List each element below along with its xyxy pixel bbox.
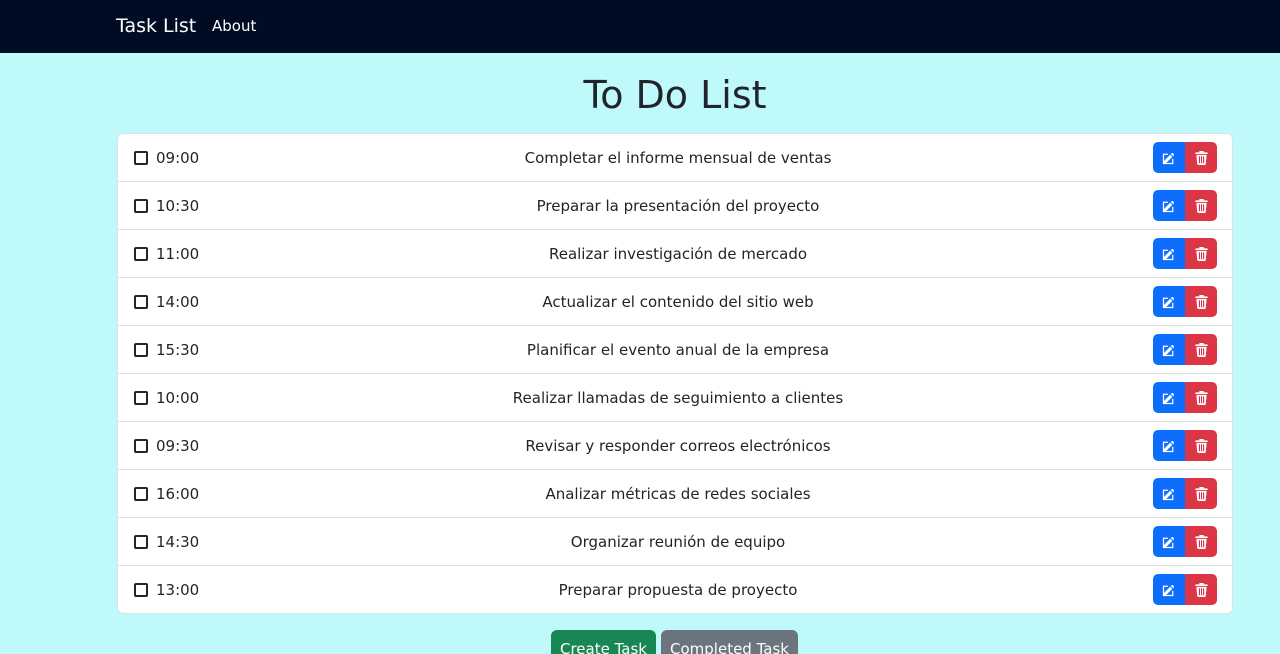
task-text: Planificar el evento anual de la empresa (526, 341, 830, 359)
edit-task-button[interactable] (1153, 478, 1185, 509)
task-checkbox[interactable] (134, 247, 148, 261)
delete-task-button[interactable] (1185, 238, 1217, 269)
edit-icon (1162, 199, 1176, 213)
delete-task-button[interactable] (1185, 334, 1217, 365)
task-time: 11:00 (156, 245, 200, 263)
task-checkbox[interactable] (134, 151, 148, 165)
task-checkbox[interactable] (134, 343, 148, 357)
task-row: 16:00 Analizar métricas de redes sociales (118, 470, 1232, 518)
edit-icon (1162, 535, 1176, 549)
delete-task-button[interactable] (1185, 382, 1217, 413)
task-text: Actualizar el contenido del sitio web (542, 293, 814, 311)
trash-icon (1194, 294, 1208, 309)
task-time: 15:30 (156, 341, 200, 359)
task-text: Realizar investigación de mercado (548, 245, 808, 263)
task-time: 13:00 (156, 581, 200, 599)
edit-icon (1162, 439, 1176, 453)
trash-icon (1194, 438, 1208, 453)
task-row: 11:00 Realizar investigación de mercado (118, 230, 1232, 278)
delete-task-button[interactable] (1185, 286, 1217, 317)
edit-task-button[interactable] (1153, 526, 1185, 557)
task-row: 10:00 Realizar llamadas de seguimiento a … (118, 374, 1232, 422)
task-list: 09:00 Completar el informe mensual de ven… (117, 133, 1233, 614)
task-time: 16:00 (156, 485, 200, 503)
edit-icon (1162, 487, 1176, 501)
edit-icon (1162, 151, 1176, 165)
delete-task-button[interactable] (1185, 478, 1217, 509)
task-checkbox[interactable] (134, 199, 148, 213)
task-checkbox[interactable] (134, 391, 148, 405)
delete-task-button[interactable] (1185, 574, 1217, 605)
task-text: Realizar llamadas de seguimiento a clien… (512, 389, 844, 407)
edit-task-button[interactable] (1153, 190, 1185, 221)
edit-icon (1162, 247, 1176, 261)
task-checkbox[interactable] (134, 583, 148, 597)
task-row: 09:00 Completar el informe mensual de ven… (118, 134, 1232, 182)
edit-task-button[interactable] (1153, 334, 1185, 365)
trash-icon (1194, 534, 1208, 549)
task-text: Completar el informe mensual de ventas (524, 149, 832, 167)
page-title: To Do List (583, 73, 767, 117)
trash-icon (1194, 486, 1208, 501)
task-row: 14:30 Organizar reunión de equipo (118, 518, 1232, 566)
task-row: 14:00 Actualizar el contenido del sitio w… (118, 278, 1232, 326)
task-time: 14:30 (156, 533, 200, 551)
edit-icon (1162, 583, 1176, 597)
create-task-button[interactable]: Create Task (551, 630, 656, 654)
task-text: Revisar y responder correos electrónicos (525, 437, 831, 455)
task-time: 14:00 (156, 293, 200, 311)
task-time: 09:00 (156, 149, 200, 167)
navbar-brand[interactable]: Task List (116, 13, 196, 39)
task-text: Analizar métricas de redes sociales (545, 485, 811, 503)
task-row: 09:30 Revisar y responder correos electró… (118, 422, 1232, 470)
navbar: Task List About (0, 0, 1280, 53)
task-text: Organizar reunión de equipo (570, 533, 786, 551)
task-text: Preparar la presentación del proyecto (536, 197, 820, 215)
task-row: 13:00 Preparar propuesta de proyecto (118, 566, 1232, 613)
task-checkbox[interactable] (134, 295, 148, 309)
edit-icon (1162, 343, 1176, 357)
nav-link-about[interactable]: About (212, 15, 256, 37)
task-checkbox[interactable] (134, 439, 148, 453)
edit-task-button[interactable] (1153, 286, 1185, 317)
task-time: 09:30 (156, 437, 200, 455)
task-time: 10:00 (156, 389, 200, 407)
edit-task-button[interactable] (1153, 574, 1185, 605)
trash-icon (1194, 198, 1208, 213)
edit-icon (1162, 391, 1176, 405)
task-text: Preparar propuesta de proyecto (558, 581, 798, 599)
delete-task-button[interactable] (1185, 430, 1217, 461)
trash-icon (1194, 246, 1208, 261)
delete-task-button[interactable] (1185, 526, 1217, 557)
task-checkbox[interactable] (134, 487, 148, 501)
trash-icon (1194, 582, 1208, 597)
trash-icon (1194, 342, 1208, 357)
edit-task-button[interactable] (1153, 142, 1185, 173)
delete-task-button[interactable] (1185, 190, 1217, 221)
delete-task-button[interactable] (1185, 142, 1217, 173)
trash-icon (1194, 150, 1208, 165)
completed-task-button[interactable]: Completed Task (661, 630, 798, 654)
task-time: 10:30 (156, 197, 200, 215)
trash-icon (1194, 390, 1208, 405)
edit-task-button[interactable] (1153, 382, 1185, 413)
edit-task-button[interactable] (1153, 238, 1185, 269)
task-row: 10:30 Preparar la presentación del proyec… (118, 182, 1232, 230)
task-checkbox[interactable] (134, 535, 148, 549)
edit-task-button[interactable] (1153, 430, 1185, 461)
edit-icon (1162, 295, 1176, 309)
task-row: 15:30 Planificar el evento anual de la em… (118, 326, 1232, 374)
